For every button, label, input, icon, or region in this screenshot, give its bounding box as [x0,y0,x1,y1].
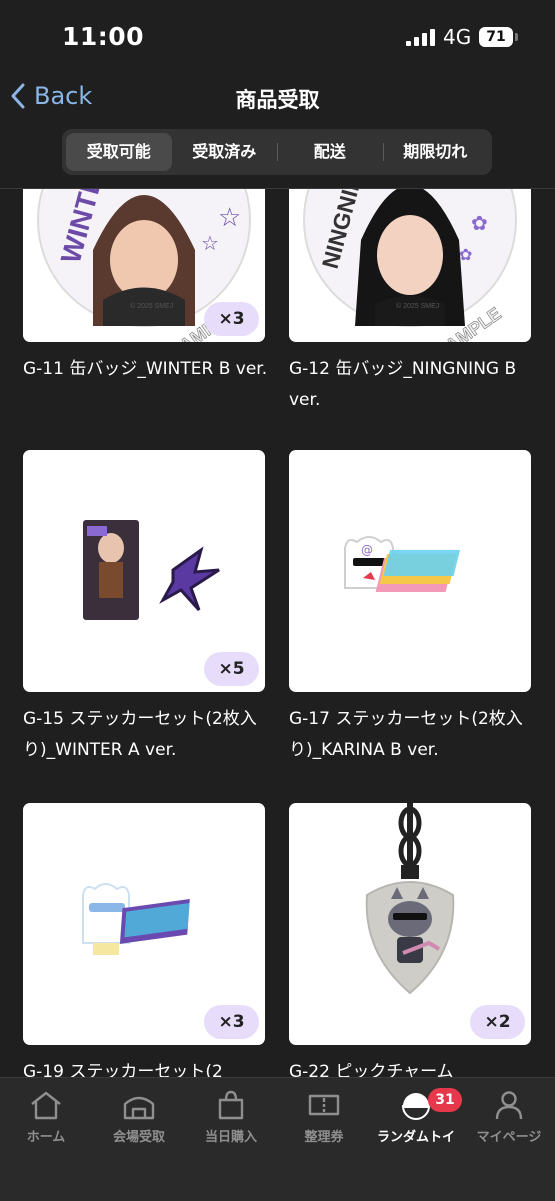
signal-icon [406,29,435,46]
nav-label: 会場受取 [112,1130,165,1145]
svg-text:☆: ☆ [218,203,241,233]
nav-item-same-day-purchase[interactable]: 当日購入 [191,1090,271,1145]
quantity-badge: ×3 [204,1005,259,1039]
quantity-badge: ×3 [204,302,259,336]
tab-available[interactable]: 受取可能 [66,133,172,171]
page-title: 商品受取 [235,88,320,112]
battery-tip [515,33,518,41]
product-grid: WINTER SAMPLE ☆ ☆ © 2025 SMEJ ×3 G-11 缶バ… [0,189,555,1077]
nav-item-home[interactable]: ホーム [6,1090,86,1145]
tab-delivery[interactable]: 配送 [277,133,383,171]
badge-image: NINGNING SAMPLE ✿ ✿ © 2025 SMEJ [303,189,517,342]
person-icon [495,1091,523,1120]
quantity-badge: ×2 [470,1005,525,1039]
shopping-bag-icon [218,1090,244,1120]
nav-label: ホーム [26,1130,66,1145]
product-name: G-11 缶バッジ_WINTER B ver. [23,359,268,379]
product-name: G-17 ステッカーセット(2枚入り)_KARINA B ver. [289,709,523,760]
home-icon [31,1091,61,1120]
nav-label: マイページ [476,1130,542,1145]
product-image: @ [289,450,531,692]
copyright-text: © 2025 SMEJ [130,302,173,310]
nav-bar: Back 商品受取 [0,72,555,126]
nav-item-venue[interactable]: 会場受取 [99,1090,179,1145]
svg-text:✿: ✿ [459,245,472,264]
nav-label: 当日購入 [204,1130,257,1145]
venue-icon [123,1096,155,1120]
quantity-badge: ×5 [204,652,259,686]
product-name: G-22 ピックチャーム [289,1062,454,1077]
product-name: G-12 缶バッジ_NINGNING B ver. [289,359,517,410]
svg-text:✿: ✿ [471,211,488,235]
product-name: G-15 ステッカーセット(2枚入り)_WINTER A ver. [23,709,257,760]
bottom-nav: ホーム 会場受取 当日購入 整理券 ランダムトイ マイページ [0,1077,555,1201]
segmented-tabs: 受取可能 受取済み 配送 期限切れ [62,129,492,175]
nav-item-my-page[interactable]: マイページ [469,1090,549,1145]
product-name: G-19 ステッカーセット(2 [23,1062,223,1077]
sticker-set-image: @ [344,536,461,592]
status-bar: 11:00 4G 71 [0,0,555,72]
product-image: WINTER SAMPLE ☆ ☆ © 2025 SMEJ ×3 [23,189,265,342]
product-image: ×2 [289,803,531,1045]
battery-icon: 71 [479,27,513,47]
product-image: ×3 [23,803,265,1045]
status-time: 11:00 [62,22,145,51]
nav-label: ランダムトイ [376,1130,455,1145]
nav-item-ticket[interactable]: 整理券 [284,1090,364,1145]
copyright-text: © 2025 SMEJ [396,302,439,310]
svg-text:☆: ☆ [201,231,219,255]
nav-label: 整理券 [304,1130,344,1145]
tab-received[interactable]: 受取済み [172,133,278,171]
product-image: NINGNING SAMPLE ✿ ✿ © 2025 SMEJ [289,189,531,342]
product-image: ×5 [23,450,265,692]
notification-badge: 31 [428,1088,462,1112]
network-label: 4G [443,25,472,49]
ticket-icon [308,1094,340,1116]
tab-expired[interactable]: 期限切れ [382,133,489,171]
svg-text:@: @ [361,543,373,557]
